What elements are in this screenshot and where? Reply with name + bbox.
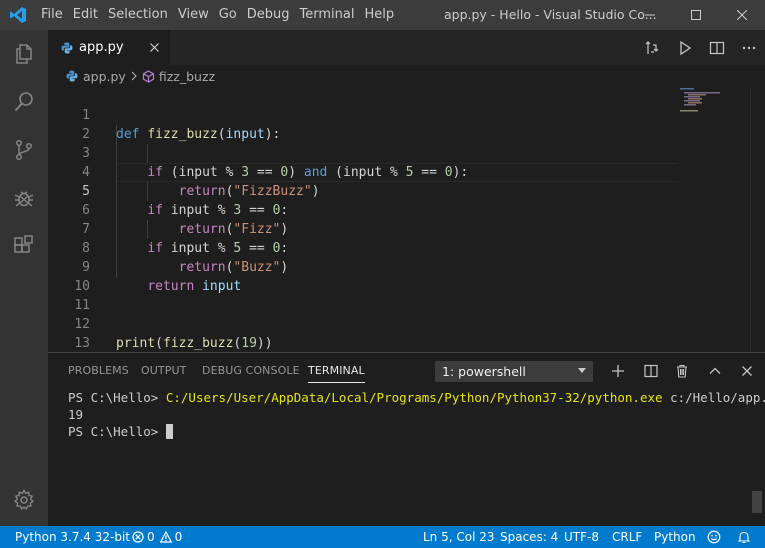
- breadcrumb-file[interactable]: app.py: [83, 69, 126, 84]
- menu-debug[interactable]: Debug: [242, 0, 295, 30]
- error-icon: [132, 531, 144, 543]
- code-line: 11: [48, 277, 765, 313]
- debug-icon[interactable]: [0, 174, 48, 222]
- window-title: app.py - Hello - Visual Studio Co...: [444, 7, 657, 22]
- line-number: 13: [74, 336, 90, 351]
- code-text: print(fizz_buzz(19)): [116, 336, 273, 351]
- maximize-icon: [691, 10, 701, 20]
- code-line: 9 return input: [48, 239, 765, 294]
- settings-gear-icon[interactable]: [0, 476, 48, 524]
- end-of-line[interactable]: CRLF: [612, 526, 642, 548]
- menu-edit[interactable]: Edit: [68, 0, 103, 30]
- tab-problems[interactable]: PROBLEMS: [68, 353, 129, 389]
- maximize-button[interactable]: [673, 0, 719, 30]
- status-bar: Python 3.7.4 32-bit 0 0 Ln 5, Col 23 Spa…: [0, 526, 765, 548]
- editor-tab-bar: app.py: [48, 30, 765, 65]
- editor-scrollbar[interactable]: [750, 87, 765, 352]
- minimize-icon: [645, 14, 655, 16]
- warning-count: 0: [174, 530, 183, 544]
- open-changes-icon[interactable]: [637, 30, 669, 65]
- code-line: 1 def fizz_buzz(input):: [48, 87, 765, 142]
- code-line: 6 return("Fizz"): [48, 182, 765, 237]
- language-mode[interactable]: Python: [654, 526, 696, 548]
- tab-close-icon[interactable]: [146, 39, 162, 55]
- maximize-panel-icon[interactable]: [704, 360, 726, 382]
- run-icon[interactable]: [669, 30, 701, 65]
- close-window-button[interactable]: [719, 0, 765, 30]
- method-symbol-icon: [142, 69, 155, 83]
- extensions-icon[interactable]: [0, 222, 48, 270]
- warning-icon: [159, 531, 172, 543]
- chevron-down-icon: [578, 368, 586, 373]
- activity-bar: [0, 30, 48, 526]
- tab-app-py[interactable]: app.py: [48, 30, 170, 65]
- terminal-selector[interactable]: 1: powershell: [435, 361, 593, 382]
- python-file-icon: [61, 42, 73, 54]
- code-line: 3 if (input % 3 == 0) and (input % 5 == …: [48, 125, 765, 180]
- code-editor[interactable]: 1 def fizz_buzz(input): 2 3 if (input % …: [48, 87, 765, 352]
- new-terminal-icon[interactable]: [607, 360, 629, 382]
- tab-output[interactable]: OUTPUT: [141, 353, 186, 389]
- close-icon: [737, 10, 747, 20]
- breadcrumb-symbol[interactable]: fizz_buzz: [159, 69, 215, 84]
- split-editor-icon[interactable]: [701, 30, 733, 65]
- explorer-icon[interactable]: [0, 30, 48, 78]
- more-actions-icon[interactable]: [733, 30, 765, 65]
- tab-debug-console[interactable]: DEBUG CONSOLE: [202, 353, 300, 389]
- code-line: 13: [48, 315, 765, 351]
- menu-bar: File Edit Selection View Go Debug Termin…: [36, 0, 399, 30]
- code-line: 12 print(fizz_buzz(19)): [48, 296, 765, 351]
- bottom-panel: PROBLEMS OUTPUT DEBUG CONSOLE TERMINAL 1…: [48, 352, 765, 526]
- title-bar: File Edit Selection View Go Debug Termin…: [0, 0, 765, 30]
- cursor-position[interactable]: Ln 5, Col 23: [423, 526, 495, 548]
- terminal-line[interactable]: PS C:\Hello>: [68, 423, 173, 440]
- window-controls: [627, 0, 765, 30]
- code-line: 7 if input % 5 == 0:: [48, 201, 765, 256]
- search-icon[interactable]: [0, 78, 48, 126]
- code-line: 10: [48, 258, 765, 294]
- error-count: 0: [147, 530, 155, 544]
- editor-actions: [637, 30, 765, 65]
- terminal-line: 19: [68, 407, 84, 422]
- terminal-cursor: [165, 424, 173, 439]
- feedback-smiley-icon[interactable]: [707, 526, 721, 548]
- source-control-icon[interactable]: [0, 126, 48, 174]
- tab-label: app.py: [79, 40, 124, 55]
- code-line: 4 return("FizzBuzz"): [48, 144, 765, 199]
- code-line: 8 return("Buzz"): [48, 220, 765, 275]
- menu-terminal[interactable]: Terminal: [295, 0, 360, 30]
- encoding[interactable]: UTF-8: [564, 526, 599, 548]
- terminal-scrollbar-thumb[interactable]: [752, 491, 762, 513]
- vscode-logo-icon: [0, 0, 36, 30]
- menu-file[interactable]: File: [36, 0, 68, 30]
- minimize-button[interactable]: [627, 0, 673, 30]
- chevron-right-icon: [130, 69, 138, 84]
- split-terminal-icon[interactable]: [640, 360, 662, 382]
- breadcrumb: app.py fizz_buzz: [48, 65, 765, 87]
- python-interpreter[interactable]: Python 3.7.4 32-bit: [15, 526, 130, 548]
- menu-help[interactable]: Help: [359, 0, 399, 30]
- indentation[interactable]: Spaces: 4: [500, 526, 558, 548]
- problems-indicator[interactable]: 0 0: [132, 526, 182, 548]
- notifications-bell-icon[interactable]: [737, 526, 751, 548]
- terminal-selector-value: 1: powershell: [442, 364, 526, 379]
- terminal-line: PS C:\Hello> C:/Users/User/AppData/Local…: [68, 390, 765, 405]
- menu-selection[interactable]: Selection: [103, 0, 173, 30]
- menu-view[interactable]: View: [173, 0, 214, 30]
- trash-icon[interactable]: [671, 360, 693, 382]
- python-file-icon: [66, 70, 78, 82]
- close-panel-icon[interactable]: [736, 360, 758, 382]
- code-line: 2: [48, 106, 765, 142]
- menu-go[interactable]: Go: [214, 0, 242, 30]
- tab-terminal[interactable]: TERMINAL: [308, 353, 365, 389]
- minimap[interactable]: [678, 87, 750, 352]
- code-line-active: 5 if input % 3 == 0:: [48, 163, 765, 218]
